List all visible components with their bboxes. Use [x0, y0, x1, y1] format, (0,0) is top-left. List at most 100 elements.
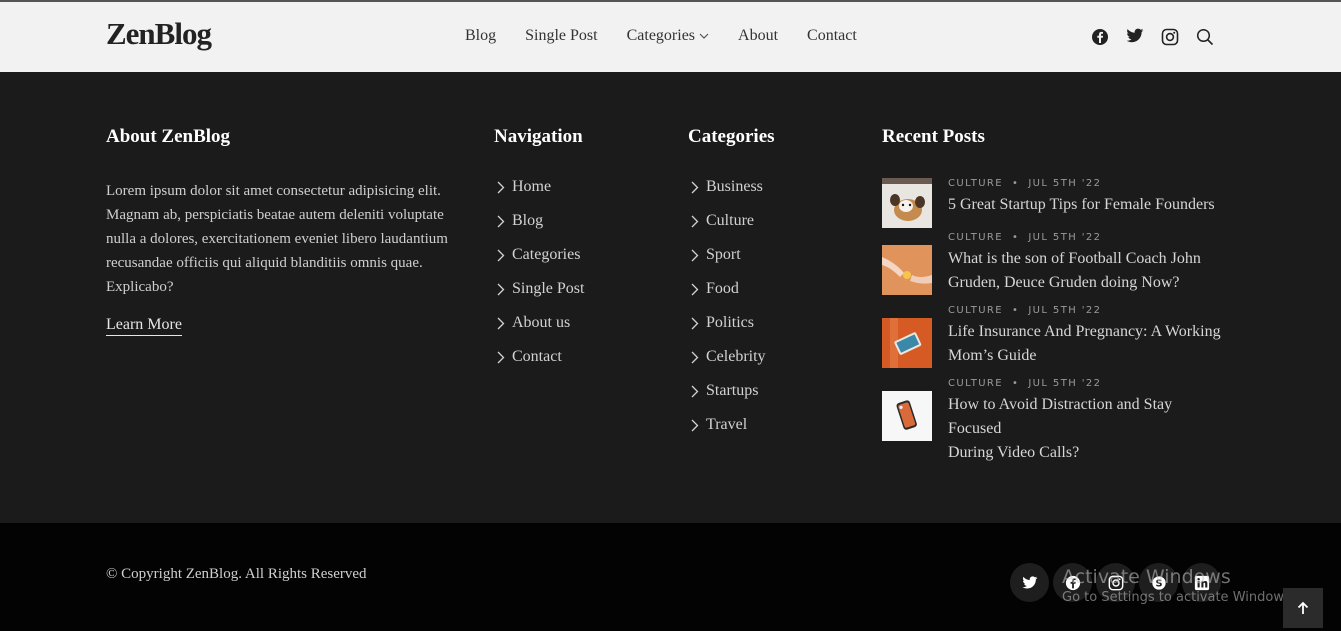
nav-label: Categories — [626, 27, 696, 44]
nav-label: Contact — [807, 27, 857, 44]
post-date: JUL 5TH '22 — [1028, 232, 1102, 243]
post-meta: CULTURE • JUL 5TH '22 — [948, 378, 1101, 389]
about-text-line: nulla a dolores, exercitationem eveniet … — [106, 231, 448, 247]
chevron-right-icon — [691, 283, 699, 296]
link-label: Blog — [512, 212, 544, 229]
nav-item-blog[interactable]: Blog — [465, 27, 496, 45]
about-title: About ZenBlog — [106, 126, 231, 147]
footer-nav-contact[interactable]: Contact — [497, 348, 584, 382]
post-title-line: 5 Great Startup Tips for Female Founders — [948, 196, 1215, 213]
footer-nav-home[interactable]: Home — [497, 178, 584, 212]
post-meta: CULTURE • JUL 5TH '22 — [948, 305, 1101, 316]
post-thumbnail[interactable] — [882, 178, 932, 228]
chevron-right-icon — [691, 351, 699, 364]
footer-nav-about-us[interactable]: About us — [497, 314, 584, 348]
nav-label: Single Post — [525, 27, 598, 44]
link-label: Business — [706, 178, 763, 195]
chevron-right-icon — [497, 249, 505, 262]
learn-more-link[interactable]: Learn More — [106, 316, 182, 336]
post-title-line: Mom’s Guide — [948, 347, 1037, 364]
post-thumbnail[interactable] — [882, 245, 932, 295]
post-category[interactable]: CULTURE — [948, 378, 1003, 389]
watermark-subtitle: Go to Settings to activate Windows. — [1062, 590, 1295, 605]
header-icons — [1091, 28, 1231, 46]
footer-nav-categories[interactable]: Categories — [497, 246, 584, 280]
link-label: Travel — [706, 416, 748, 433]
link-label: Politics — [706, 314, 755, 331]
categories-list: Business Culture Sport Food Politics Cel… — [691, 178, 766, 450]
link-label: Startups — [706, 382, 759, 399]
post-thumbnail[interactable] — [882, 391, 932, 441]
nav-item-categories[interactable]: Categories — [627, 27, 709, 45]
chevron-right-icon — [691, 317, 699, 330]
dot-separator: • — [1012, 232, 1020, 243]
about-text-line: Explicabo? — [106, 279, 174, 295]
dot-separator: • — [1012, 378, 1020, 389]
post-title[interactable]: How to Avoid Distraction and Stay Focuse… — [948, 393, 1228, 465]
post-category[interactable]: CULTURE — [948, 232, 1003, 243]
category-food[interactable]: Food — [691, 280, 766, 314]
post-title[interactable]: Life Insurance And Pregnancy: A Working M… — [948, 320, 1228, 368]
chevron-right-icon — [497, 283, 505, 296]
post-date: JUL 5TH '22 — [1028, 305, 1102, 316]
post-date: JUL 5TH '22 — [1028, 178, 1102, 189]
post-title[interactable]: What is the son of Football Coach John Gr… — [948, 247, 1228, 295]
twitter-icon[interactable] — [1010, 563, 1049, 602]
post-thumbnail[interactable] — [882, 318, 932, 368]
chevron-down-icon — [699, 33, 709, 39]
category-culture[interactable]: Culture — [691, 212, 766, 246]
post-meta: CULTURE • JUL 5TH '22 — [948, 178, 1101, 189]
chevron-right-icon — [497, 317, 505, 330]
about-text-line: Lorem ipsum dolor sit amet consectetur a… — [106, 183, 441, 199]
twitter-icon[interactable] — [1126, 28, 1161, 46]
dot-separator: • — [1012, 305, 1020, 316]
post-category[interactable]: CULTURE — [948, 305, 1003, 316]
chevron-right-icon — [497, 351, 505, 364]
link-label: Single Post — [512, 280, 585, 297]
category-business[interactable]: Business — [691, 178, 766, 212]
facebook-icon[interactable] — [1091, 28, 1126, 46]
site-logo[interactable]: ZenBlog — [106, 16, 212, 52]
post-meta: CULTURE • JUL 5TH '22 — [948, 232, 1101, 243]
scroll-top-button[interactable] — [1283, 588, 1323, 628]
arrow-up-icon — [1297, 601, 1309, 614]
footer-nav-single-post[interactable]: Single Post — [497, 280, 584, 314]
about-text: Lorem ipsum dolor sit amet consectetur a… — [106, 179, 451, 299]
link-label: Contact — [512, 348, 562, 365]
copyright-text: © Copyright ZenBlog. All Rights Reserved — [106, 566, 367, 582]
post-title[interactable]: 5 Great Startup Tips for Female Founders — [948, 193, 1228, 217]
categories-title: Categories — [688, 126, 775, 147]
navigation-list: Home Blog Categories Single Post About u… — [497, 178, 584, 382]
nav-item-about[interactable]: About — [738, 27, 778, 45]
link-label: Celebrity — [706, 348, 766, 365]
category-sport[interactable]: Sport — [691, 246, 766, 280]
post-title-line: Life Insurance And Pregnancy: A Working — [948, 323, 1221, 340]
recent-posts-title: Recent Posts — [882, 126, 985, 147]
footer-main: About ZenBlog Lorem ipsum dolor sit amet… — [0, 72, 1341, 523]
category-celebrity[interactable]: Celebrity — [691, 348, 766, 382]
chevron-right-icon — [691, 249, 699, 262]
site-header: ZenBlog Blog Single Post Categories Abou… — [0, 0, 1341, 72]
nav-item-contact[interactable]: Contact — [807, 27, 857, 45]
category-politics[interactable]: Politics — [691, 314, 766, 348]
search-icon[interactable] — [1196, 28, 1231, 46]
watermark-title: Activate Windows — [1062, 566, 1231, 588]
nav-label: About — [738, 27, 779, 44]
nav-item-single-post[interactable]: Single Post — [525, 27, 597, 45]
link-label: Food — [706, 280, 739, 297]
footer-bottom: © Copyright ZenBlog. All Rights Reserved… — [0, 523, 1341, 631]
chevron-right-icon — [691, 385, 699, 398]
link-label: Categories — [512, 246, 581, 263]
navigation-title: Navigation — [494, 126, 583, 147]
about-text-line: recusandae officiis qui aliquid blanditi… — [106, 255, 423, 271]
post-date: JUL 5TH '22 — [1028, 378, 1102, 389]
instagram-icon[interactable] — [1161, 28, 1196, 46]
footer-nav-blog[interactable]: Blog — [497, 212, 584, 246]
category-travel[interactable]: Travel — [691, 416, 766, 450]
post-category[interactable]: CULTURE — [948, 178, 1003, 189]
link-label: Sport — [706, 246, 741, 263]
link-label: About us — [512, 314, 571, 331]
chevron-right-icon — [497, 181, 505, 194]
nav-label: Blog — [465, 27, 497, 44]
category-startups[interactable]: Startups — [691, 382, 766, 416]
